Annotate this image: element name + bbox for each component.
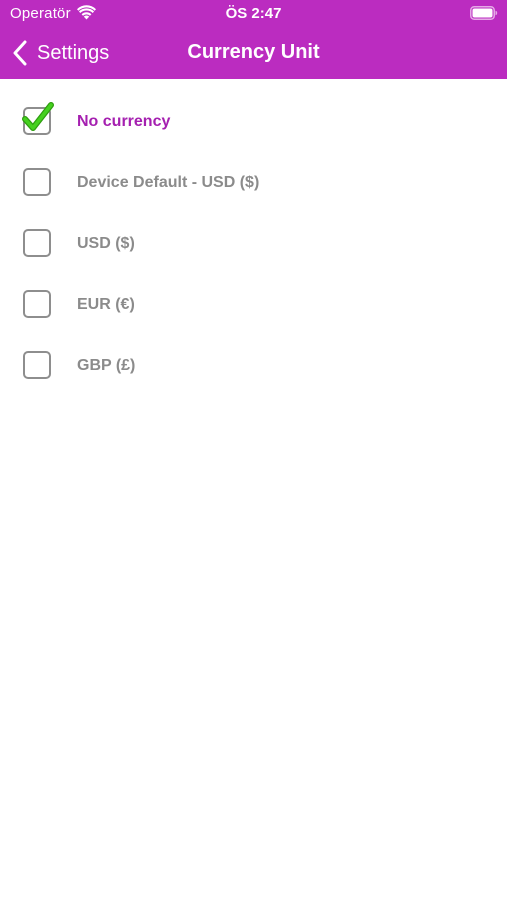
checkbox[interactable] — [23, 229, 51, 257]
navigation-bar: Settings Currency Unit — [0, 28, 507, 79]
option-label: No currency — [77, 113, 171, 130]
option-usd[interactable]: USD ($) — [0, 214, 507, 275]
option-label: USD ($) — [77, 235, 135, 252]
checkbox[interactable] — [23, 168, 51, 196]
option-label: Device Default - USD ($) — [77, 174, 260, 191]
battery-full-icon — [470, 6, 498, 20]
option-eur[interactable]: EUR (€) — [0, 275, 507, 336]
checkmark-icon — [22, 102, 54, 131]
page-title: Currency Unit — [187, 41, 320, 63]
checkbox[interactable] — [23, 351, 51, 379]
clock: ÖS 2:47 — [225, 5, 282, 22]
status-bar: Operatör ÖS 2:47 — [0, 0, 507, 28]
option-gbp[interactable]: GBP (£) — [0, 336, 507, 397]
header: Operatör ÖS 2:47 Settings Currency Unit — [0, 0, 507, 79]
option-label: EUR (€) — [77, 296, 135, 313]
checkbox[interactable] — [23, 290, 51, 318]
option-no-currency[interactable]: No currency — [0, 92, 507, 153]
option-device-default[interactable]: Device Default - USD ($) — [0, 153, 507, 214]
option-label: GBP (£) — [77, 357, 136, 374]
